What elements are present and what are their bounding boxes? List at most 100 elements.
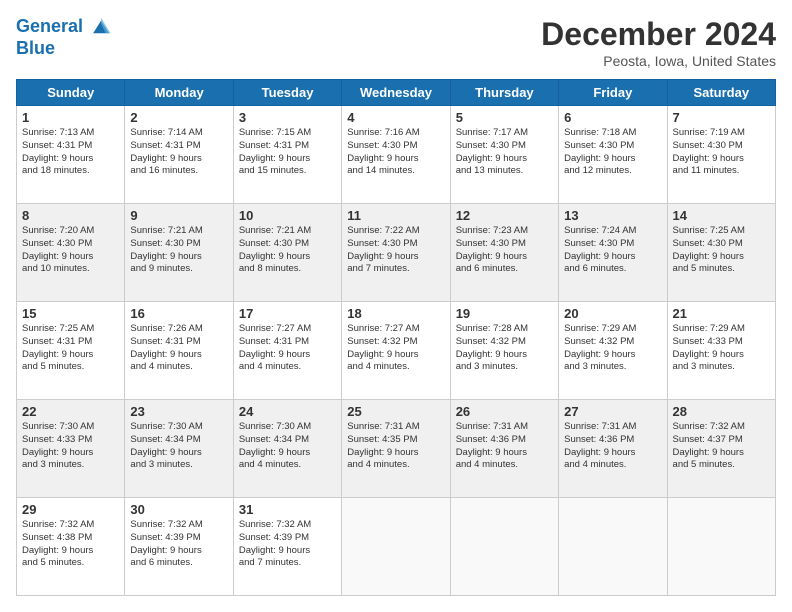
day-number: 23 (130, 404, 227, 419)
day-number: 3 (239, 110, 336, 125)
day-detail: Sunrise: 7:27 AMSunset: 4:31 PMDaylight:… (239, 323, 336, 374)
calendar-cell: 26 Sunrise: 7:31 AMSunset: 4:36 PMDayligh… (450, 400, 558, 498)
day-number: 8 (22, 208, 119, 223)
calendar-cell: 5 Sunrise: 7:17 AMSunset: 4:30 PMDaylight… (450, 106, 558, 204)
day-number: 31 (239, 502, 336, 517)
day-detail: Sunrise: 7:21 AMSunset: 4:30 PMDaylight:… (239, 225, 336, 276)
calendar-cell: 9 Sunrise: 7:21 AMSunset: 4:30 PMDaylight… (125, 204, 233, 302)
day-detail: Sunrise: 7:31 AMSunset: 4:35 PMDaylight:… (347, 421, 444, 472)
calendar-cell: 29 Sunrise: 7:32 AMSunset: 4:38 PMDayligh… (17, 498, 125, 596)
day-detail: Sunrise: 7:23 AMSunset: 4:30 PMDaylight:… (456, 225, 553, 276)
calendar-cell: 19Sunrise: 7:28 AMSunset: 4:32 PMDayligh… (450, 302, 558, 400)
day-detail: Sunrise: 7:17 AMSunset: 4:30 PMDaylight:… (456, 127, 553, 178)
day-detail: Sunrise: 7:13 AMSunset: 4:31 PMDaylight:… (22, 127, 119, 178)
day-detail: Sunrise: 7:32 AMSunset: 4:38 PMDaylight:… (22, 519, 119, 570)
day-number: 26 (456, 404, 553, 419)
day-number: 20 (564, 306, 661, 321)
calendar-cell: 20 Sunrise: 7:29 AMSunset: 4:32 PMDayligh… (559, 302, 667, 400)
day-number: 29 (22, 502, 119, 517)
weekday-header-sunday: Sunday (17, 80, 125, 106)
calendar-cell: 17 Sunrise: 7:27 AMSunset: 4:31 PMDayligh… (233, 302, 341, 400)
day-number: 13 (564, 208, 661, 223)
day-detail: Sunrise: 7:21 AMSunset: 4:30 PMDaylight:… (130, 225, 227, 276)
day-number: 21 (673, 306, 770, 321)
calendar-cell: 14 Sunrise: 7:25 AMSunset: 4:30 PMDayligh… (667, 204, 775, 302)
calendar-cell: 15 Sunrise: 7:25 AMSunset: 4:31 PMDayligh… (17, 302, 125, 400)
day-detail: Sunrise: 7:27 AMSunset: 4:32 PMDaylight:… (347, 323, 444, 374)
title-section: December 2024 Peosta, Iowa, United State… (541, 16, 776, 69)
calendar-cell: 16Sunrise: 7:26 AMSunset: 4:31 PMDayligh… (125, 302, 233, 400)
day-number: 24 (239, 404, 336, 419)
day-detail: Sunrise: 7:30 AMSunset: 4:34 PMDaylight:… (239, 421, 336, 472)
calendar-cell: 3 Sunrise: 7:15 AMSunset: 4:31 PMDaylight… (233, 106, 341, 204)
day-number: 17 (239, 306, 336, 321)
day-detail: Sunrise: 7:15 AMSunset: 4:31 PMDaylight:… (239, 127, 336, 178)
day-number: 30 (130, 502, 227, 517)
calendar-cell: 4 Sunrise: 7:16 AMSunset: 4:30 PMDaylight… (342, 106, 450, 204)
day-detail: Sunrise: 7:20 AMSunset: 4:30 PMDaylight:… (22, 225, 119, 276)
day-detail: Sunrise: 7:30 AMSunset: 4:33 PMDaylight:… (22, 421, 119, 472)
weekday-header-monday: Monday (125, 80, 233, 106)
day-number: 9 (130, 208, 227, 223)
day-detail: Sunrise: 7:31 AMSunset: 4:36 PMDaylight:… (564, 421, 661, 472)
calendar-cell: 10 Sunrise: 7:21 AMSunset: 4:30 PMDayligh… (233, 204, 341, 302)
day-detail: Sunrise: 7:16 AMSunset: 4:30 PMDaylight:… (347, 127, 444, 178)
day-detail: Sunrise: 7:25 AMSunset: 4:31 PMDaylight:… (22, 323, 119, 374)
logo-general: General (16, 16, 83, 36)
day-number: 27 (564, 404, 661, 419)
day-detail: Sunrise: 7:24 AMSunset: 4:30 PMDaylight:… (564, 225, 661, 276)
calendar-cell: 12 Sunrise: 7:23 AMSunset: 4:30 PMDayligh… (450, 204, 558, 302)
day-detail: Sunrise: 7:25 AMSunset: 4:30 PMDaylight:… (673, 225, 770, 276)
day-number: 4 (347, 110, 444, 125)
calendar-cell: 27 Sunrise: 7:31 AMSunset: 4:36 PMDayligh… (559, 400, 667, 498)
calendar-cell: 24 Sunrise: 7:30 AMSunset: 4:34 PMDayligh… (233, 400, 341, 498)
page: General Blue December 2024 Peosta, Iowa,… (0, 0, 792, 612)
weekday-header-friday: Friday (559, 80, 667, 106)
weekday-header-tuesday: Tuesday (233, 80, 341, 106)
calendar-cell: 25 Sunrise: 7:31 AMSunset: 4:35 PMDayligh… (342, 400, 450, 498)
day-number: 2 (130, 110, 227, 125)
calendar-cell: 30 Sunrise: 7:32 AMSunset: 4:39 PMDayligh… (125, 498, 233, 596)
day-number: 14 (673, 208, 770, 223)
day-number: 12 (456, 208, 553, 223)
day-detail: Sunrise: 7:29 AMSunset: 4:32 PMDaylight:… (564, 323, 661, 374)
calendar-cell (667, 498, 775, 596)
header: General Blue December 2024 Peosta, Iowa,… (16, 16, 776, 69)
day-number: 19 (456, 306, 553, 321)
day-detail: Sunrise: 7:32 AMSunset: 4:39 PMDaylight:… (130, 519, 227, 570)
calendar-cell: 23Sunrise: 7:30 AMSunset: 4:34 PMDayligh… (125, 400, 233, 498)
day-number: 15 (22, 306, 119, 321)
day-detail: Sunrise: 7:29 AMSunset: 4:33 PMDaylight:… (673, 323, 770, 374)
day-detail: Sunrise: 7:31 AMSunset: 4:36 PMDaylight:… (456, 421, 553, 472)
calendar-cell: 1 Sunrise: 7:13 AMSunset: 4:31 PMDaylight… (17, 106, 125, 204)
weekday-header-thursday: Thursday (450, 80, 558, 106)
calendar-cell: 21 Sunrise: 7:29 AMSunset: 4:33 PMDayligh… (667, 302, 775, 400)
weekday-header-saturday: Saturday (667, 80, 775, 106)
day-number: 10 (239, 208, 336, 223)
calendar-cell (559, 498, 667, 596)
day-number: 1 (22, 110, 119, 125)
calendar-cell: 18 Sunrise: 7:27 AMSunset: 4:32 PMDayligh… (342, 302, 450, 400)
calendar-cell: 2 Sunrise: 7:14 AMSunset: 4:31 PMDaylight… (125, 106, 233, 204)
day-number: 28 (673, 404, 770, 419)
calendar-cell (450, 498, 558, 596)
calendar-cell: 22 Sunrise: 7:30 AMSunset: 4:33 PMDayligh… (17, 400, 125, 498)
day-number: 18 (347, 306, 444, 321)
day-number: 22 (22, 404, 119, 419)
weekday-header-wednesday: Wednesday (342, 80, 450, 106)
day-number: 6 (564, 110, 661, 125)
day-number: 25 (347, 404, 444, 419)
day-number: 5 (456, 110, 553, 125)
day-detail: Sunrise: 7:32 AMSunset: 4:39 PMDaylight:… (239, 519, 336, 570)
calendar-cell: 13 Sunrise: 7:24 AMSunset: 4:30 PMDayligh… (559, 204, 667, 302)
calendar-cell (342, 498, 450, 596)
calendar-cell: 6Sunrise: 7:18 AMSunset: 4:30 PMDaylight… (559, 106, 667, 204)
calendar-cell: 28 Sunrise: 7:32 AMSunset: 4:37 PMDayligh… (667, 400, 775, 498)
day-detail: Sunrise: 7:22 AMSunset: 4:30 PMDaylight:… (347, 225, 444, 276)
day-detail: Sunrise: 7:32 AMSunset: 4:37 PMDaylight:… (673, 421, 770, 472)
day-number: 11 (347, 208, 444, 223)
calendar-cell: 7Sunrise: 7:19 AMSunset: 4:30 PMDaylight… (667, 106, 775, 204)
day-detail: Sunrise: 7:14 AMSunset: 4:31 PMDaylight:… (130, 127, 227, 178)
day-detail: Sunrise: 7:26 AMSunset: 4:31 PMDaylight:… (130, 323, 227, 374)
calendar-cell: 11 Sunrise: 7:22 AMSunset: 4:30 PMDayligh… (342, 204, 450, 302)
